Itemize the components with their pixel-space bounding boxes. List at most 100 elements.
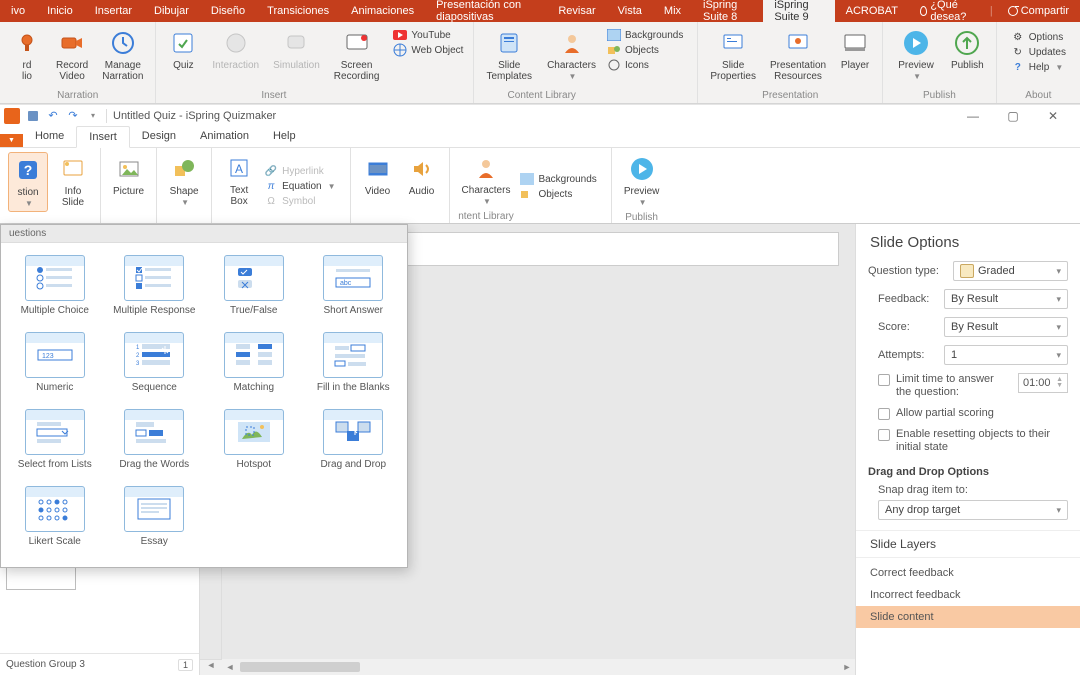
qm-tab-insert[interactable]: Insert: [76, 126, 130, 148]
textbox-button[interactable]: ATextBox: [220, 151, 258, 209]
question-type-select[interactable]: Graded: [953, 261, 1068, 281]
score-select[interactable]: By Result: [944, 317, 1068, 337]
ppt-tab-animaciones[interactable]: Animaciones: [340, 0, 425, 22]
maximize-button[interactable]: ▢: [1000, 109, 1026, 123]
ppt-tab-ispring-suite-9[interactable]: iSpring Suite 9: [763, 0, 834, 22]
web-object-button[interactable]: Web Object: [393, 43, 463, 57]
snap-target-select[interactable]: Any drop target: [878, 500, 1068, 520]
audio-button[interactable]: Audio: [403, 152, 441, 199]
close-button[interactable]: ✕: [1040, 109, 1066, 123]
ppt-tab-diseño[interactable]: Diseño: [200, 0, 256, 22]
question-type-fill-in-the-blanks[interactable]: Fill in the Blanks: [304, 326, 404, 403]
question-type-drag-the-words[interactable]: Drag the Words: [105, 403, 205, 480]
save-icon[interactable]: [26, 109, 40, 123]
slide-properties-button[interactable]: SlideProperties: [706, 26, 760, 84]
ribbon-group-narration: rdlio RecordVideo ManageNarration Narrat…: [0, 22, 156, 103]
ppt-tab-presentación-con-diapositivas[interactable]: Presentación con diapositivas: [425, 0, 547, 22]
quiz-button[interactable]: Quiz: [164, 26, 202, 84]
symbol-button: ΩSymbol: [264, 195, 335, 209]
ppt-tab-mix[interactable]: Mix: [653, 0, 692, 22]
preview-button-qm[interactable]: Preview▼: [620, 152, 664, 210]
question-type-multiple-response[interactable]: Multiple Response: [105, 249, 205, 326]
redo-icon[interactable]: ↷: [66, 109, 80, 123]
qm-tab-design[interactable]: Design: [130, 126, 188, 147]
question-type-hotspot[interactable]: Hotspot: [204, 403, 304, 480]
horizontal-scrollbar[interactable]: ◄ ►: [222, 659, 855, 675]
question-type-drag-and-drop[interactable]: Drag and Drop: [304, 403, 404, 480]
youtube-button[interactable]: YouTube: [393, 28, 463, 42]
layer-slide-content[interactable]: Slide content: [856, 606, 1080, 628]
dnd-options-header: Drag and Drop Options: [868, 466, 1068, 478]
characters-button[interactable]: Characters▼: [542, 26, 601, 84]
ppt-tab-ivo[interactable]: ivo: [0, 0, 36, 22]
options-button[interactable]: ⚙Options: [1011, 30, 1066, 44]
undo-icon[interactable]: ↶: [46, 109, 60, 123]
question-type-select-from-lists[interactable]: Select from Lists: [5, 403, 105, 480]
slide-templates-button[interactable]: SlideTemplates: [482, 26, 536, 84]
updates-button[interactable]: ↻Updates: [1011, 45, 1066, 59]
ppt-tab-transiciones[interactable]: Transiciones: [256, 0, 340, 22]
ppt-tab-vista[interactable]: Vista: [607, 0, 653, 22]
ppt-tab-dibujar[interactable]: Dibujar: [143, 0, 200, 22]
time-input[interactable]: 01:00▲▼: [1018, 373, 1068, 393]
attempts-select[interactable]: 1: [944, 345, 1068, 365]
presentation-resources-button[interactable]: PresentationResources: [766, 26, 830, 84]
equation-button[interactable]: πEquation▼: [264, 180, 335, 194]
qm-tab-home[interactable]: Home: [23, 126, 76, 147]
question-button[interactable]: ?stion▼: [8, 152, 48, 212]
reset-objects-checkbox[interactable]: [878, 429, 890, 441]
info-slide-button[interactable]: InfoSlide: [54, 152, 92, 212]
question-type-essay[interactable]: Essay: [105, 480, 205, 557]
screen-recording-button[interactable]: ScreenRecording: [330, 26, 384, 84]
feedback-select[interactable]: By Result: [944, 289, 1068, 309]
qm-tab-animation[interactable]: Animation: [188, 126, 261, 147]
icons-button[interactable]: Icons: [607, 58, 683, 72]
minimize-button[interactable]: —: [960, 109, 986, 123]
partial-scoring-checkbox[interactable]: [878, 408, 890, 420]
backgrounds-button-qm[interactable]: Backgrounds: [520, 172, 596, 186]
group-count: 1: [178, 659, 193, 671]
question-type-multiple-choice[interactable]: Multiple Choice: [5, 249, 105, 326]
record-audio-button[interactable]: rdlio: [8, 26, 46, 84]
help-button[interactable]: ?Help▼: [1011, 60, 1066, 74]
layer-incorrect-feedback[interactable]: Incorrect feedback: [856, 584, 1080, 606]
ppt-tab-ispring-suite-8[interactable]: iSpring Suite 8: [692, 0, 763, 22]
scroll-right-icon[interactable]: ►: [839, 662, 855, 672]
question-type-true-false[interactable]: True/False: [204, 249, 304, 326]
limit-time-checkbox[interactable]: [878, 374, 890, 386]
hscroll-left[interactable]: ◄: [200, 659, 222, 675]
ppt-tab-revisar[interactable]: Revisar: [547, 0, 606, 22]
picture-button[interactable]: Picture: [109, 152, 148, 199]
characters-button-qm[interactable]: Characters▼: [458, 151, 515, 209]
layer-correct-feedback[interactable]: Correct feedback: [856, 562, 1080, 584]
share-button[interactable]: Compartir: [997, 0, 1080, 22]
tell-me-search[interactable]: ¿Qué desea?: [909, 0, 986, 22]
qm-tab-help[interactable]: Help: [261, 126, 308, 147]
question-type-short-answer[interactable]: abcShort Answer: [304, 249, 404, 326]
quizmaker-ribbon: ?stion▼ InfoSlide . Picture . Shape▼ . A…: [0, 148, 1080, 224]
question-type-numeric[interactable]: 123Numeric: [5, 326, 105, 403]
objects-button-qm[interactable]: Objects: [520, 187, 596, 201]
backgrounds-button[interactable]: Backgrounds: [607, 28, 683, 42]
powerpoint-ribbon: rdlio RecordVideo ManageNarration Narrat…: [0, 22, 1080, 104]
shape-button[interactable]: Shape▼: [165, 152, 203, 210]
publish-button[interactable]: Publish: [947, 26, 988, 84]
scroll-thumb[interactable]: [240, 662, 360, 672]
scroll-left-icon[interactable]: ◄: [222, 662, 238, 672]
qat-customize-icon[interactable]: ▾: [86, 109, 100, 123]
ppt-tab-inicio[interactable]: Inicio: [36, 0, 84, 22]
question-type-sequence[interactable]: 123Sequence: [105, 326, 205, 403]
video-button[interactable]: Video: [359, 152, 397, 199]
record-video-button[interactable]: RecordVideo: [52, 26, 92, 84]
objects-button[interactable]: Objects: [607, 43, 683, 57]
player-button[interactable]: Player: [836, 26, 874, 84]
ppt-tab-acrobat[interactable]: ACROBAT: [835, 0, 909, 22]
file-tab[interactable]: [0, 134, 23, 147]
preview-button[interactable]: Preview▼: [891, 26, 941, 84]
manage-narration-button[interactable]: ManageNarration: [98, 26, 147, 84]
question-type-likert-scale[interactable]: Likert Scale: [5, 480, 105, 557]
ppt-tab-insertar[interactable]: Insertar: [84, 0, 143, 22]
question-type-matching[interactable]: Matching: [204, 326, 304, 403]
ribbon-group-insert: Quiz Interaction Simulation ScreenRecord…: [156, 22, 474, 103]
window-title: Untitled Quiz - iSpring Quizmaker: [113, 110, 276, 122]
